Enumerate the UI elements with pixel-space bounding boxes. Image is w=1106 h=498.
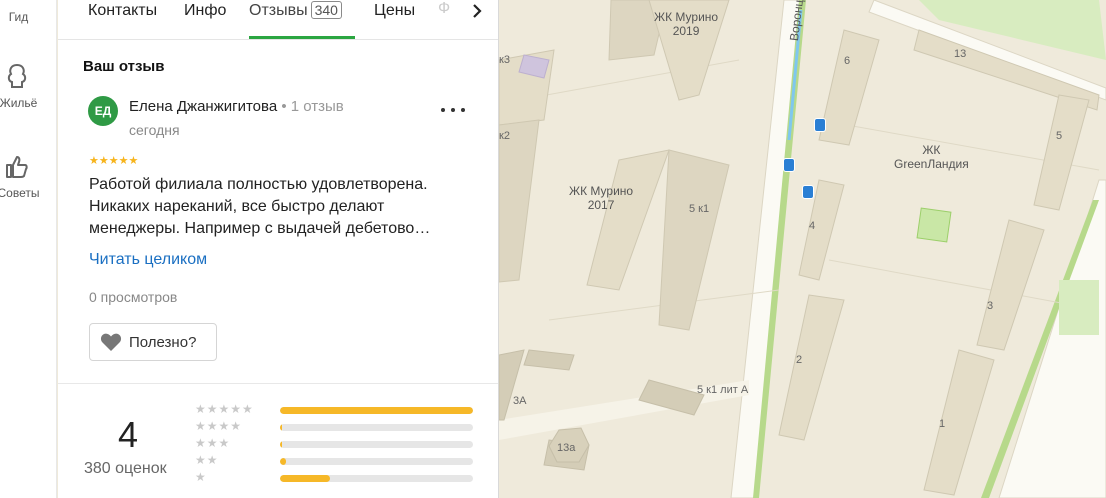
house-number: 5 [1056, 130, 1063, 142]
review-stars: ★★★★★ [89, 155, 139, 167]
heart-icon [100, 333, 122, 351]
map-label-murino-2019[interactable]: ЖК Мурино 2019 [654, 10, 718, 38]
histogram-bar [280, 441, 473, 448]
house-number: 13 [954, 48, 967, 60]
tab-reviews-count: 340 [310, 1, 342, 19]
histogram-row: ★ [195, 470, 475, 486]
histogram-bar-fill [280, 441, 282, 448]
tab-prices[interactable]: Цены [374, 0, 415, 40]
tab-info[interactable]: Инфо [184, 0, 226, 40]
housing-icon [7, 63, 27, 88]
views-count: 0 просмотров [89, 289, 178, 305]
house-number: 5 к1 [689, 203, 710, 215]
histogram-bar-fill [280, 424, 282, 431]
tab-reviews[interactable]: Отзывы 340 [249, 0, 342, 40]
nav-item-tips[interactable]: Советы [0, 154, 57, 200]
active-tab-indicator [249, 36, 355, 39]
map-label-greenlandia[interactable]: ЖК GreenЛандия [894, 143, 969, 171]
house-number: 3А [513, 395, 527, 407]
histogram-bar-fill [280, 407, 473, 414]
map-label-murino-2017[interactable]: ЖК Мурино 2017 [569, 184, 633, 212]
tab-contacts[interactable]: Контакты [88, 0, 157, 40]
useful-button[interactable]: Полезно? [89, 323, 217, 361]
nav-item-housing[interactable]: Жильё [0, 62, 57, 110]
histogram-bar-fill [280, 475, 331, 482]
bus-stop-icon[interactable] [814, 118, 826, 132]
thumbs-up-icon [6, 156, 28, 178]
house-number: 3 [987, 300, 994, 312]
histogram-bar [280, 475, 473, 482]
house-number: 2 [796, 354, 803, 366]
tab-bar: Контакты Инфо Отзывы 340 Цены Ф [58, 0, 498, 40]
organization-panel: Контакты Инфо Отзывы 340 Цены Ф Ваш отзыв… [58, 0, 499, 498]
bus-stop-icon[interactable] [802, 185, 814, 199]
histogram-stars: ★★★★ [195, 419, 243, 433]
read-more-link[interactable]: Читать целиком [89, 251, 207, 269]
house-number: к3 [499, 54, 510, 66]
tab-faded[interactable]: Ф [438, 0, 468, 22]
useful-button-label: Полезно? [129, 333, 197, 351]
histogram-row: ★★ [195, 453, 475, 469]
rating-count: 380 оценок [84, 460, 167, 477]
histogram-bar [280, 407, 473, 414]
review-author[interactable]: Елена Джанжигитова • 1 отзыв [129, 98, 344, 115]
bus-stop-icon[interactable] [783, 158, 795, 172]
rating-value: 4 [118, 414, 139, 455]
nav-item-housing-label: Жильё [0, 96, 38, 110]
map-canvas [499, 0, 1106, 498]
house-number: к2 [499, 130, 510, 142]
histogram-stars: ★ [195, 470, 207, 484]
histogram-stars: ★★★ [195, 436, 231, 450]
left-navigation: Гид Жильё Советы [0, 0, 57, 498]
my-review-section: Ваш отзыв ЕД Елена Джанжигитова • 1 отзы… [58, 40, 498, 384]
house-number: 13а [557, 442, 576, 454]
tab-prices-label: Цены [374, 2, 416, 19]
review-text: Работой филиала полностью удовлетворена.… [89, 176, 431, 237]
histogram-bar [280, 458, 473, 465]
house-number: 1 [939, 418, 946, 430]
house-number: 5 к1 лит А [697, 384, 749, 396]
author-review-count: • 1 отзыв [277, 98, 344, 115]
house-number: 4 [809, 220, 816, 232]
map[interactable]: ЖК Мурино 2019 ЖК Мурино 2017 ЖК GreenЛа… [499, 0, 1106, 498]
tabs-next-button[interactable] [466, 0, 488, 22]
review-date: сегодня [129, 122, 180, 138]
house-number: 6 [844, 55, 851, 67]
avatar[interactable]: ЕД [88, 96, 118, 126]
tab-faded-label: Ф [438, 0, 451, 17]
more-options-button[interactable] [441, 102, 465, 118]
histogram-row: ★★★★ [195, 419, 475, 435]
author-name[interactable]: Елена Джанжигитова [129, 98, 277, 115]
histogram-stars: ★★ [195, 453, 219, 467]
nav-item-tips-label: Советы [0, 186, 40, 200]
histogram-bar-fill [280, 458, 286, 465]
tab-info-label: Инфо [184, 2, 227, 19]
rating-summary: 4 380 оценок ★★★★★ ★★★★ ★★★ ★★ ★ [58, 384, 498, 498]
chevron-right-icon [473, 4, 482, 18]
histogram-bar [280, 424, 473, 431]
section-title: Ваш отзыв [83, 58, 165, 75]
tab-contacts-label: Контакты [88, 2, 158, 19]
histogram-row: ★★★ [195, 436, 475, 452]
histogram-row: ★★★★★ [195, 402, 475, 418]
tab-reviews-label: Отзывы [249, 2, 308, 19]
nav-item-guide[interactable]: Гид [0, 10, 57, 24]
nav-item-guide-label: Гид [8, 10, 29, 24]
histogram-stars: ★★★★★ [195, 402, 254, 416]
